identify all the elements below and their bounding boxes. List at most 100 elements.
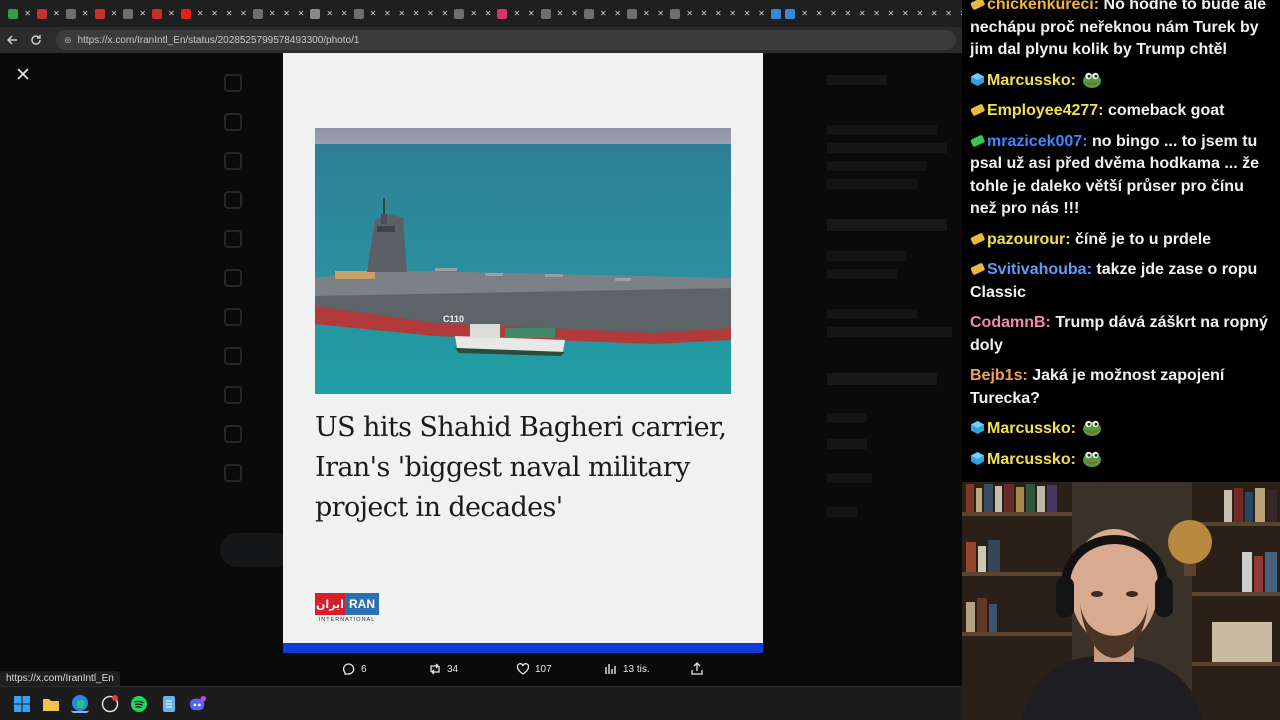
browser-tab[interactable]: ✕	[409, 0, 423, 27]
browser-tab[interactable]	[538, 0, 552, 27]
browser-tab[interactable]: ✕	[78, 0, 92, 27]
browser-tab[interactable]: ✕	[222, 0, 236, 27]
browser-tab[interactable]: ✕	[423, 0, 437, 27]
browser-tab[interactable]	[308, 0, 322, 27]
browser-tab[interactable]	[64, 0, 78, 27]
browser-tab[interactable]: ✕	[711, 0, 725, 27]
browser-tab[interactable]: ✕	[20, 0, 34, 27]
browser-tab[interactable]	[35, 0, 49, 27]
chat-username[interactable]: CodamnB:	[970, 314, 1051, 331]
browser-tab[interactable]: ✕	[841, 0, 855, 27]
x-logo-icon: ✕	[902, 9, 909, 18]
browser-tab[interactable]: ✕	[855, 0, 869, 27]
chat-username[interactable]: Marcussko:	[987, 72, 1076, 89]
browser-tab[interactable]	[452, 0, 466, 27]
browser-tab[interactable]: ✕	[524, 0, 538, 27]
browser-tab[interactable]	[121, 0, 135, 27]
browser-tab[interactable]: ✕	[754, 0, 768, 27]
reply-button[interactable]: 6	[342, 662, 367, 676]
browser-tab[interactable]	[582, 0, 596, 27]
chat-username[interactable]: Employee4277:	[987, 102, 1104, 119]
browser-tab[interactable]	[351, 0, 365, 27]
like-button[interactable]: 107	[516, 662, 552, 676]
browser-tab[interactable]	[6, 0, 20, 27]
browser-tab[interactable]	[495, 0, 509, 27]
chat-username[interactable]: pazourour:	[987, 231, 1071, 248]
browser-tab[interactable]: ✕	[826, 0, 840, 27]
site-info-icon[interactable]: ⊜	[64, 35, 72, 46]
browser-tab[interactable]: ✕	[481, 0, 495, 27]
browser-tab[interactable]	[769, 0, 783, 27]
browser-tab[interactable]: ✕	[510, 0, 524, 27]
browser-tab[interactable]: ✕	[553, 0, 567, 27]
browser-tab[interactable]	[668, 0, 682, 27]
browser-tab[interactable]: ✕	[136, 0, 150, 27]
browser-tab[interactable]	[179, 0, 193, 27]
browser-tab[interactable]: ✕	[337, 0, 351, 27]
browser-tab[interactable]	[783, 0, 797, 27]
browser-tab[interactable]: ✕	[467, 0, 481, 27]
chat-username[interactable]: Marcussko:	[987, 420, 1076, 437]
browser-tab[interactable]: ✕	[596, 0, 610, 27]
browser-tab[interactable]: ✕	[395, 0, 409, 27]
chat-username[interactable]: Bejb1s:	[970, 367, 1028, 384]
search-favicon-icon	[785, 8, 796, 19]
browser-tab[interactable]	[92, 0, 106, 27]
chat-username[interactable]: Svitivahouba:	[987, 261, 1092, 278]
browser-tab[interactable]: ✕	[49, 0, 63, 27]
browser-tab[interactable]: ✕	[107, 0, 121, 27]
browser-tab[interactable]	[150, 0, 164, 27]
share-button[interactable]	[690, 662, 704, 676]
browser-tab[interactable]: ✕	[164, 0, 178, 27]
browser-tab[interactable]: ✕	[639, 0, 653, 27]
start-button[interactable]	[13, 695, 31, 713]
browser-tab[interactable]: ✕	[265, 0, 279, 27]
chat-username[interactable]: Marcussko:	[987, 451, 1076, 468]
media-card-image[interactable]: C110 US hits Shahid Bagheri carrier, Ira…	[283, 53, 763, 653]
discord-button[interactable]	[189, 695, 207, 713]
browser-tab[interactable]: ✕	[567, 0, 581, 27]
browser-tab[interactable]: ✕	[797, 0, 811, 27]
x-logo-icon: ✕	[24, 9, 31, 18]
spotify-button[interactable]	[130, 695, 148, 713]
browser-tab[interactable]: ✕	[812, 0, 826, 27]
obs-button[interactable]	[101, 695, 119, 713]
browser-tab[interactable]: ✕	[654, 0, 668, 27]
browser-tab[interactable]: ✕	[898, 0, 912, 27]
browser-tab[interactable]	[625, 0, 639, 27]
edge-browser-button[interactable]	[71, 695, 89, 713]
notepad-button[interactable]	[160, 695, 178, 713]
browser-tab[interactable]: ✕	[323, 0, 337, 27]
browser-tab[interactable]: ✕	[884, 0, 898, 27]
close-viewer-button[interactable]	[14, 65, 32, 83]
browser-tab[interactable]: ✕	[927, 0, 941, 27]
browser-tab[interactable]: ✕	[697, 0, 711, 27]
browser-tab[interactable]: ✕	[740, 0, 754, 27]
back-button[interactable]	[0, 28, 24, 52]
browser-tab[interactable]: ✕	[279, 0, 293, 27]
browser-tab[interactable]: ✕	[941, 0, 955, 27]
file-explorer-button[interactable]	[42, 695, 60, 713]
close-icon	[17, 68, 29, 80]
chat-username[interactable]: chickenkurecí:	[987, 0, 1099, 13]
browser-tab[interactable]: ✕	[438, 0, 452, 27]
browser-tab[interactable]	[251, 0, 265, 27]
browser-tab[interactable]: ✕	[294, 0, 308, 27]
browser-tab[interactable]: ✕	[366, 0, 380, 27]
x-logo-icon: ✕	[945, 9, 952, 18]
browser-tab[interactable]: ✕	[726, 0, 740, 27]
gem-badge-icon	[971, 72, 984, 86]
repost-button[interactable]: 34	[428, 662, 458, 676]
views-button[interactable]: 13 tis.	[604, 662, 650, 676]
browser-tab[interactable]: ✕	[913, 0, 927, 27]
browser-tab[interactable]: ✕	[682, 0, 696, 27]
chat-username[interactable]: mrazicek007:	[987, 133, 1088, 150]
browser-tab[interactable]: ✕	[869, 0, 883, 27]
url-field[interactable]: ⊜ https://x.com/IranIntl_En/status/20285…	[56, 30, 956, 50]
browser-tab[interactable]: ✕	[610, 0, 624, 27]
browser-tab[interactable]: ✕	[207, 0, 221, 27]
reload-button[interactable]	[24, 28, 48, 52]
browser-tab[interactable]: ✕	[193, 0, 207, 27]
browser-tab[interactable]: ✕	[380, 0, 394, 27]
browser-tab[interactable]: ✕	[236, 0, 250, 27]
